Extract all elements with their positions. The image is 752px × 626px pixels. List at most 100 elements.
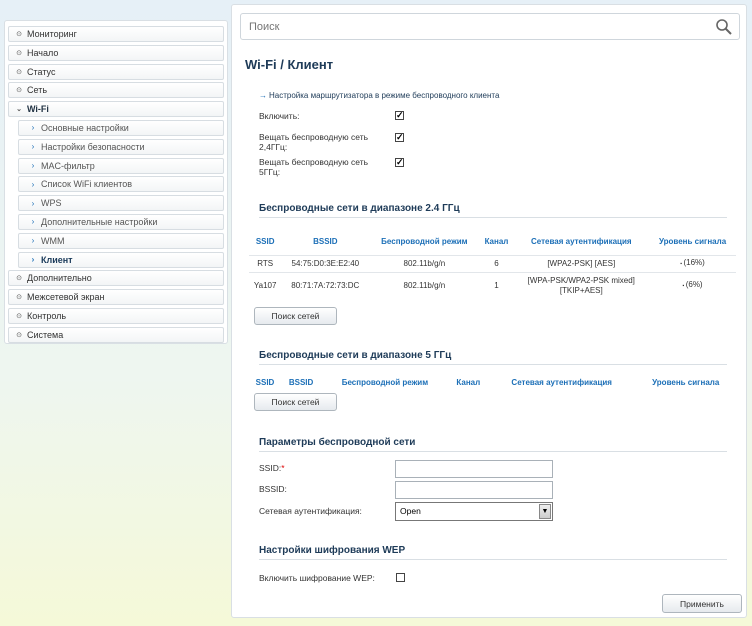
sidebar-item-label: Мониторинг xyxy=(27,29,77,39)
sidebar-item-label: Статус xyxy=(27,66,56,77)
sidebar-item-label: Система xyxy=(27,329,64,340)
sidebar-item[interactable]: › Основные настройки xyxy=(18,119,224,136)
networks-24-table: SSID BSSID Беспроводной режим Канал Сетевая … xyxy=(249,229,736,299)
chevron-right-icon: ⊙ xyxy=(16,49,22,57)
sidebar-item[interactable]: ⊙ Сеть xyxy=(8,82,224,99)
wep-enable-checkbox[interactable] xyxy=(396,573,405,582)
sidebar-item-label: Контроль xyxy=(27,310,67,321)
bssid-input[interactable] xyxy=(395,481,553,499)
ssid-label: SSID:* xyxy=(259,463,285,473)
broadcast-5-label-line1: Вещать беспроводную сеть xyxy=(259,157,369,167)
table-row[interactable]: Ya107 80:71:7A:72:73:DC 802.11b/g/n 1 [WPA-P… xyxy=(249,271,736,299)
sidebar-item[interactable]: ⌄ Wi-Fi xyxy=(8,101,224,118)
signal-value: (16%) xyxy=(683,258,705,267)
ssid-input[interactable] xyxy=(395,460,553,478)
chevron-right-icon: › xyxy=(31,123,35,133)
sidebar-item[interactable]: › MAC-фильтр xyxy=(18,157,224,174)
auth-line1: [WPA2-PSK] [AES] xyxy=(547,258,616,268)
sidebar-item[interactable]: › WPS xyxy=(18,195,224,212)
auth-label: Сетевая аутентификация: xyxy=(259,506,362,516)
search-box xyxy=(240,13,740,40)
column-header: Уровень сигнала xyxy=(658,236,727,246)
sidebar-item-label: Клиент xyxy=(41,254,73,265)
broadcast-24-label-line2: 2,4ГГц: xyxy=(259,142,288,152)
page-title: Wi-Fi / Клиент xyxy=(245,57,334,72)
cell-signal: ▪ (16%) xyxy=(649,254,736,272)
sidebar-item-label: Основные настройки xyxy=(41,122,129,133)
sidebar-item-label: Межсетевой экран xyxy=(27,292,105,303)
sidebar-item[interactable]: › WMM xyxy=(18,232,224,249)
sidebar-item-label: Начало xyxy=(27,47,59,58)
cell-auth: [WPA2-PSK] [AES] xyxy=(513,254,650,272)
networks-5-table: SSID BSSID Беспроводной режим Канал Сетевая … xyxy=(249,376,736,390)
scan-24-button[interactable]: Поиск сетей xyxy=(254,307,337,325)
section-heading-24: Беспроводные сети в диапазоне 2.4 ГГц xyxy=(259,203,727,218)
chevron-right-icon: ⊙ xyxy=(16,87,22,95)
sidebar-item-label: MAC-фильтр xyxy=(41,160,95,171)
sidebar-item-label: WMM xyxy=(41,235,65,246)
sidebar-item[interactable]: ⊙ Начало xyxy=(8,44,224,61)
column-header: BSSID xyxy=(288,378,314,387)
enable-label: Включить: xyxy=(259,111,300,121)
cell-mode: 802.11b/g/n xyxy=(369,254,480,272)
column-header: Канал xyxy=(484,236,509,246)
chevron-right-icon: › xyxy=(31,255,35,265)
chevron-right-icon: ⊙ xyxy=(16,68,22,76)
table-header: SSID BSSID Беспроводной режим Канал Сетевая … xyxy=(249,376,736,390)
column-header: Беспроводной режим xyxy=(381,236,468,246)
required-marker: * xyxy=(281,463,285,473)
section-heading-5: Беспроводные сети в диапазоне 5 ГГц xyxy=(259,350,727,365)
chevron-right-icon: ⊙ xyxy=(16,275,22,283)
chevron-right-icon: ⊙ xyxy=(16,331,22,339)
chevron-right-icon: ⊙ xyxy=(16,312,22,320)
cell-signal: ▪ (6%) xyxy=(649,271,736,299)
main-panel: Wi-Fi / Клиент →Настройка маршрутизатора… xyxy=(231,4,747,618)
auth-select[interactable]: Open ▼ xyxy=(395,502,553,521)
sidebar-item[interactable]: › Настройки безопасности xyxy=(18,138,224,155)
sidebar-item[interactable]: ⊙ Дополнительно xyxy=(8,270,224,287)
cell-bssid: 54:75:D0:3E:E2:40 xyxy=(281,254,370,272)
search-input[interactable] xyxy=(241,14,701,39)
sidebar-item-label: Wi-Fi xyxy=(27,104,49,115)
sidebar-item[interactable]: › Список WiFi клиентов xyxy=(18,176,224,193)
broadcast-24-checkbox[interactable]: ✓ xyxy=(395,133,404,142)
column-header: Беспроводной режим xyxy=(341,378,429,387)
sidebar-item[interactable]: › Дополнительные настройки xyxy=(18,213,224,230)
column-header: Уровень сигнала xyxy=(652,378,720,387)
sidebar-item-label: Дополнительные настройки xyxy=(41,216,158,227)
column-header: SSID xyxy=(255,378,275,387)
column-header: Сетевая аутентификация xyxy=(511,378,612,387)
broadcast-24-label-line1: Вещать беспроводную сеть xyxy=(259,132,369,142)
enable-checkbox[interactable]: ✓ xyxy=(395,111,404,120)
search-icon[interactable] xyxy=(715,18,733,36)
sidebar-item[interactable]: ⊙ Статус xyxy=(8,63,224,80)
sidebar-item-label: Список WiFi клиентов xyxy=(41,179,133,190)
chevron-right-icon: ⊙ xyxy=(16,294,22,302)
broadcast-5-checkbox[interactable]: ✓ xyxy=(395,158,404,167)
dropdown-arrow-icon[interactable]: ▼ xyxy=(539,504,551,519)
sidebar-item[interactable]: ⊙ Система xyxy=(8,326,224,343)
cell-ssid: Ya107 xyxy=(249,271,282,299)
sidebar-item[interactable]: ⊙ Мониторинг xyxy=(8,26,224,42)
broadcast-5-label: Вещать беспроводную сеть 5ГГц: xyxy=(259,157,368,177)
sidebar-item-label: Настройки безопасности xyxy=(41,141,145,152)
cell-ssid: RTS xyxy=(249,254,282,272)
apply-button[interactable]: Применить xyxy=(662,594,742,613)
auth-line1: [WPA-PSK/WPA2-PSK mixed] xyxy=(527,275,635,285)
chevron-right-icon: › xyxy=(31,217,35,227)
scan-5-button[interactable]: Поиск сетей xyxy=(254,393,337,411)
sidebar-item-label: Дополнительно xyxy=(27,273,92,284)
section-heading-params: Параметры беспроводной сети xyxy=(259,437,727,452)
sidebar-item-label: WPS xyxy=(41,198,62,209)
chevron-down-icon: ⌄ xyxy=(16,106,22,114)
signal-value: (6%) xyxy=(685,280,703,290)
table-row[interactable]: RTS 54:75:D0:3E:E2:40 802.11b/g/n 6 [WPA2-PS… xyxy=(249,254,736,272)
sidebar-item[interactable]: ⊙ Межсетевой экран xyxy=(8,289,224,306)
cell-auth: [WPA-PSK/WPA2-PSK mixed] [TKIP+AES] xyxy=(513,271,650,299)
chevron-right-icon: ⊙ xyxy=(16,31,22,38)
sidebar-item[interactable]: ⊙ Контроль xyxy=(8,307,224,324)
sidebar-menu: ⊙ Мониторинг ⊙ Начало ⊙ Статус ⊙ Сеть ⌄ Wi-Fi › Осн… xyxy=(4,20,228,344)
section-heading-wep: Настройки шифрования WEP xyxy=(259,545,727,560)
sidebar-item[interactable]: › Клиент xyxy=(18,251,224,268)
cell-mode: 802.11b/g/n xyxy=(369,271,480,299)
